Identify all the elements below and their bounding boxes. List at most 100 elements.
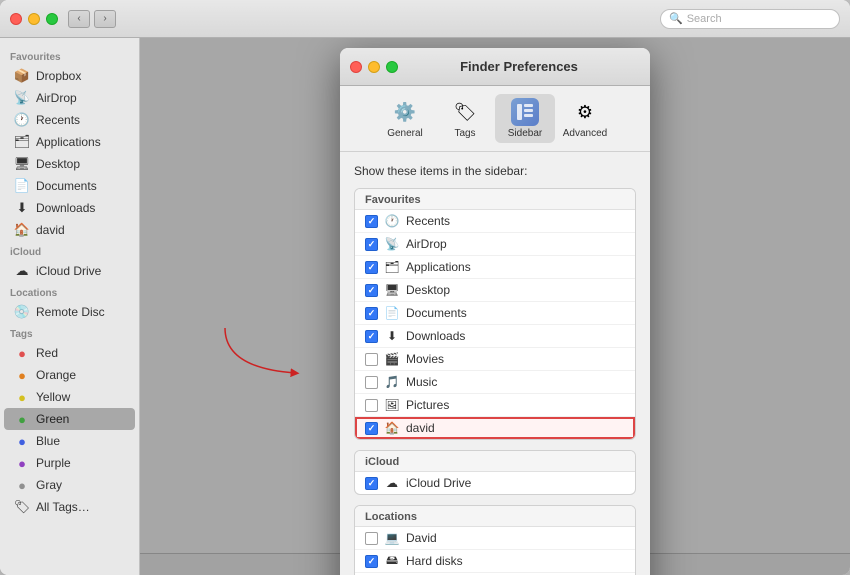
sidebar-tab-icon: [511, 98, 539, 126]
cb-desktop-checkbox[interactable]: ✓: [365, 284, 378, 297]
music-item-label: Music: [406, 375, 437, 389]
sidebar-item-recents[interactable]: 🕐 Recents: [4, 109, 135, 131]
sidebar-item-tag-gray[interactable]: ● Gray: [4, 474, 135, 496]
sidebar-item-documents[interactable]: 📄 Documents: [4, 175, 135, 197]
minimize-button[interactable]: [28, 13, 40, 25]
sidebar-section-locations-label: Locations: [0, 282, 139, 301]
recents-icon: 🕐: [14, 112, 30, 128]
cb-item-downloads[interactable]: ✓ ⬇ Downloads: [355, 325, 635, 348]
tags-tab-icon: 🏷: [451, 98, 479, 126]
airdrop-item-icon: 📡: [384, 236, 400, 252]
tag-purple-icon: ●: [14, 455, 30, 471]
prefs-toolbar: ⚙️ General 🏷 Tags: [340, 86, 650, 152]
cb-david-checkbox[interactable]: ✓: [365, 422, 378, 435]
sidebar-item-dropbox[interactable]: 📦 Dropbox: [4, 65, 135, 87]
tag-yellow-icon: ●: [14, 389, 30, 405]
sidebar-item-downloads-label: Downloads: [36, 201, 95, 215]
cb-item-recents[interactable]: ✓ 🕐 Recents: [355, 210, 635, 233]
tab-general[interactable]: ⚙️ General: [375, 94, 435, 143]
cb-item-documents[interactable]: ✓ 📄 Documents: [355, 302, 635, 325]
general-tab-label: General: [387, 128, 423, 139]
sidebar-item-tag-yellow[interactable]: ● Yellow: [4, 386, 135, 408]
search-icon: 🔍: [669, 12, 683, 25]
cb-music-checkbox[interactable]: [365, 376, 378, 389]
search-bar[interactable]: 🔍 Search: [660, 9, 840, 29]
cb-david-loc-checkbox[interactable]: [365, 532, 378, 545]
sidebar-item-tag-all[interactable]: 🏷 All Tags…: [4, 496, 135, 518]
prefs-window: Finder Preferences ⚙️ General 🏷 Tags: [340, 48, 650, 575]
cb-recents-checkbox[interactable]: ✓: [365, 215, 378, 228]
cb-movies-checkbox[interactable]: [365, 353, 378, 366]
documents-item-label: Documents: [406, 306, 467, 320]
tab-tags[interactable]: 🏷 Tags: [435, 94, 495, 143]
music-item-icon: 🎵: [384, 374, 400, 390]
cb-item-desktop[interactable]: ✓ 🖥 Desktop: [355, 279, 635, 302]
finder-titlebar: ‹ › 🔍 Search: [0, 0, 850, 38]
back-button[interactable]: ‹: [68, 10, 90, 28]
desktop-item-label: Desktop: [406, 283, 450, 297]
cb-item-airdrop[interactable]: ✓ 📡 AirDrop: [355, 233, 635, 256]
cb-item-david[interactable]: ✓ 🏠 david: [355, 417, 635, 439]
cb-pictures-checkbox[interactable]: [365, 399, 378, 412]
cb-documents-checkbox[interactable]: ✓: [365, 307, 378, 320]
movies-item-icon: 🎬: [384, 351, 400, 367]
tab-sidebar[interactable]: Sidebar: [495, 94, 555, 143]
prefs-minimize-button[interactable]: [368, 61, 380, 73]
finder-window: ‹ › 🔍 Search Favourites 📦 Dropbox 📡 AirD…: [0, 0, 850, 575]
cb-item-applications[interactable]: ✓ 🗂 Applications: [355, 256, 635, 279]
sidebar-item-tag-red[interactable]: ● Red: [4, 342, 135, 364]
sidebar-item-desktop[interactable]: 🖥 Desktop: [4, 153, 135, 175]
close-button[interactable]: [10, 13, 22, 25]
maximize-button[interactable]: [46, 13, 58, 25]
sidebar-tab-label: Sidebar: [508, 128, 542, 139]
sidebar-item-tag-orange[interactable]: ● Orange: [4, 364, 135, 386]
sidebar-item-remote-disc[interactable]: 💿 Remote Disc: [4, 301, 135, 323]
sidebar: Favourites 📦 Dropbox 📡 AirDrop 🕐 Recents…: [0, 38, 140, 575]
cb-hard-disks-checkbox[interactable]: ✓: [365, 555, 378, 568]
sidebar-item-dropbox-label: Dropbox: [36, 69, 81, 83]
cb-item-music[interactable]: 🎵 Music: [355, 371, 635, 394]
cb-item-hard-disks[interactable]: ✓ 🖴 Hard disks: [355, 550, 635, 573]
david-loc-item-label: David: [406, 531, 437, 545]
cb-downloads-checkbox[interactable]: ✓: [365, 330, 378, 343]
cb-item-icloud-drive[interactable]: ✓ ☁ iCloud Drive: [355, 472, 635, 494]
sidebar-item-tag-green[interactable]: ● Green: [4, 408, 135, 430]
traffic-lights: [10, 13, 58, 25]
prefs-maximize-button[interactable]: [386, 61, 398, 73]
cb-item-movies[interactable]: 🎬 Movies: [355, 348, 635, 371]
prefs-heading: Show these items in the sidebar:: [354, 164, 636, 178]
general-tab-icon: ⚙️: [391, 98, 419, 126]
prefs-title: Finder Preferences: [398, 59, 640, 74]
advanced-tab-label: Advanced: [563, 128, 607, 139]
icloud-drive-icon: ☁: [14, 263, 30, 279]
forward-button[interactable]: ›: [94, 10, 116, 28]
airdrop-icon: 📡: [14, 90, 30, 106]
downloads-item-icon: ⬇: [384, 328, 400, 344]
sidebar-item-icloud-drive[interactable]: ☁ iCloud Drive: [4, 260, 135, 282]
sidebar-item-tag-purple[interactable]: ● Purple: [4, 452, 135, 474]
cb-icloud-drive-checkbox[interactable]: ✓: [365, 477, 378, 490]
sidebar-item-tag-red-label: Red: [36, 346, 58, 360]
remote-disc-icon: 💿: [14, 304, 30, 320]
cb-applications-checkbox[interactable]: ✓: [365, 261, 378, 274]
sidebar-section-tags-label: Tags: [0, 323, 139, 342]
sidebar-item-downloads[interactable]: ⬇ Downloads: [4, 197, 135, 219]
favourites-section: Favourites ✓ 🕐 Recents ✓ 📡 AirDrop: [354, 188, 636, 440]
icloud-section: iCloud ✓ ☁ iCloud Drive: [354, 450, 636, 495]
sidebar-item-david[interactable]: 🏠 david: [4, 219, 135, 241]
cb-airdrop-checkbox[interactable]: ✓: [365, 238, 378, 251]
documents-icon: 📄: [14, 178, 30, 194]
pictures-item-label: Pictures: [406, 398, 449, 412]
prefs-close-button[interactable]: [350, 61, 362, 73]
hard-disks-item-label: Hard disks: [406, 554, 463, 568]
advanced-tab-icon: ⚙: [571, 98, 599, 126]
desktop-icon: 🖥: [14, 156, 30, 172]
tags-tab-label: Tags: [454, 128, 475, 139]
cb-item-pictures[interactable]: 🖼 Pictures: [355, 394, 635, 417]
tab-advanced[interactable]: ⚙ Advanced: [555, 94, 615, 143]
sidebar-item-applications[interactable]: 🗂 Applications: [4, 131, 135, 153]
sidebar-item-airdrop[interactable]: 📡 AirDrop: [4, 87, 135, 109]
cb-item-david-loc[interactable]: 💻 David: [355, 527, 635, 550]
finder-body: Favourites 📦 Dropbox 📡 AirDrop 🕐 Recents…: [0, 38, 850, 575]
sidebar-item-tag-blue[interactable]: ● Blue: [4, 430, 135, 452]
